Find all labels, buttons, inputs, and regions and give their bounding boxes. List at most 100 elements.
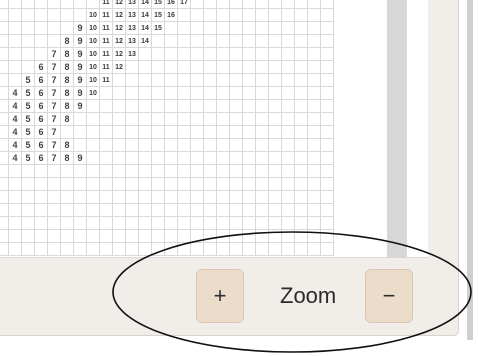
grid-cell: 11 (100, 48, 113, 61)
grid-cell: 4 (9, 87, 22, 100)
grid-cell (243, 87, 256, 100)
grid-cell (74, 113, 87, 126)
grid-cell: 10 (87, 22, 100, 35)
grid-cell (204, 165, 217, 178)
grid-cell (191, 230, 204, 243)
grid-cell (191, 243, 204, 256)
vertical-scrollbar[interactable] (387, 0, 407, 257)
grid-cell (282, 126, 295, 139)
grid-cell (152, 191, 165, 204)
grid-cell (269, 243, 282, 256)
grid-cell (126, 100, 139, 113)
grid-cell (230, 113, 243, 126)
grid-cell: 17 (178, 0, 191, 9)
grid-cell (0, 230, 9, 243)
grid-cell: 14 (139, 0, 152, 9)
grid-cell (35, 35, 48, 48)
grid-cell: 10 (87, 35, 100, 48)
grid-cell: 7 (48, 74, 61, 87)
grid-cell (74, 9, 87, 22)
scroll-panel: 11 12 13 14 15 16 17 10 11 12 13 14 15 16 9 10 11 12 13 14 1… (0, 0, 459, 336)
grid-cell: 13 (126, 35, 139, 48)
grid-cell (295, 126, 308, 139)
grid-cell (0, 165, 9, 178)
grid-cell: 8 (61, 35, 74, 48)
grid-cell (256, 204, 269, 217)
grid-cell (61, 230, 74, 243)
grid-cell: 11 (100, 74, 113, 87)
grid-cell (308, 48, 321, 61)
grid-cell (9, 0, 22, 9)
grid-cell (243, 191, 256, 204)
grid-cell (230, 100, 243, 113)
grid-cell (152, 243, 165, 256)
grid-cell (243, 152, 256, 165)
grid-cell (295, 217, 308, 230)
grid-cell: 16 (165, 9, 178, 22)
grid-cell (100, 204, 113, 217)
zoom-in-button[interactable]: + (196, 269, 244, 323)
grid-cell (230, 61, 243, 74)
grid-cell (139, 48, 152, 61)
grid-cell (178, 139, 191, 152)
grid-cell (87, 0, 100, 9)
grid-cell: 8 (61, 100, 74, 113)
grid-cell (178, 35, 191, 48)
grid-cell (282, 165, 295, 178)
grid-cell (35, 204, 48, 217)
zoom-out-button[interactable]: − (365, 269, 413, 323)
grid-cell (308, 74, 321, 87)
grid-cell (217, 126, 230, 139)
grid-cell (321, 87, 334, 100)
grid-cell (126, 165, 139, 178)
grid-cell (243, 35, 256, 48)
grid-cell (35, 0, 48, 9)
grid-cell (217, 100, 230, 113)
grid-cell (126, 61, 139, 74)
grid-cell (204, 152, 217, 165)
grid-cell (139, 61, 152, 74)
grid-cell (321, 191, 334, 204)
grid-cell (282, 217, 295, 230)
grid-cell (22, 243, 35, 256)
grid-cell (100, 126, 113, 139)
grid-cell (191, 87, 204, 100)
grid-cell (35, 243, 48, 256)
grid-cell (165, 48, 178, 61)
grid-cell (204, 61, 217, 74)
grid-cell (61, 191, 74, 204)
grid-cell (100, 139, 113, 152)
grid-cell (217, 204, 230, 217)
grid-cell: 8 (61, 87, 74, 100)
grid-cell (9, 35, 22, 48)
grid-cell: 10 (87, 61, 100, 74)
grid-cell (126, 113, 139, 126)
grid-cell (230, 9, 243, 22)
grid-cell (230, 87, 243, 100)
grid-cell (256, 74, 269, 87)
grid-cell (204, 139, 217, 152)
grid-cell (178, 126, 191, 139)
grid-cell (217, 217, 230, 230)
number-grid-viewport[interactable]: 11 12 13 14 15 16 17 10 11 12 13 14 15 16 9 10 11 12 13 14 1… (0, 0, 428, 258)
grid-cell (295, 0, 308, 9)
grid-cell (178, 74, 191, 87)
grid-cell (269, 87, 282, 100)
grid-cell: 9 (74, 22, 87, 35)
grid-cell (0, 22, 9, 35)
grid-cell (9, 178, 22, 191)
grid-cell (100, 100, 113, 113)
grid-cell (22, 35, 35, 48)
grid-cell (295, 165, 308, 178)
grid-cell (48, 0, 61, 9)
grid-cell: 6 (35, 100, 48, 113)
grid-cell (321, 35, 334, 48)
grid-cell (165, 113, 178, 126)
grid-cell (165, 74, 178, 87)
grid-cell (230, 243, 243, 256)
window-scrollbar[interactable] (467, 0, 473, 340)
grid-cell (74, 230, 87, 243)
grid-cell (256, 139, 269, 152)
grid-cell (217, 22, 230, 35)
grid-cell (308, 178, 321, 191)
